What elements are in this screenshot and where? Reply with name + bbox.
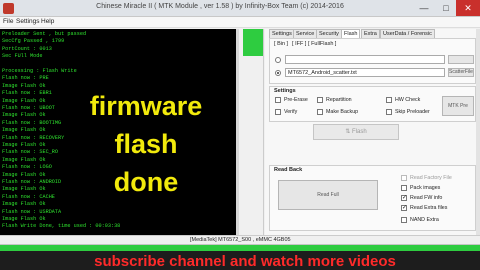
title-bar: Chinese Miracle II ( MTK Module , ver 1.… bbox=[0, 0, 480, 17]
vertical-scrollbar[interactable] bbox=[476, 29, 480, 235]
menu-bar: File Settings Help bbox=[0, 17, 480, 28]
log-line: Flash now : BOOTIMG bbox=[2, 119, 62, 126]
skip-preloader-checkbox[interactable] bbox=[386, 109, 392, 115]
readback-group-title: Read Back bbox=[274, 167, 303, 173]
log-line: Flash now : USRDATA bbox=[2, 208, 62, 215]
read-factory-file-label: Read Factory File bbox=[410, 175, 452, 181]
read-factory-file-checkbox[interactable] bbox=[401, 175, 407, 181]
log-line: Flash now : LOGO bbox=[2, 164, 52, 171]
repartition-checkbox[interactable] bbox=[317, 97, 323, 103]
pack-images-checkbox[interactable] bbox=[401, 185, 407, 191]
repartition-label: Repartition bbox=[326, 97, 352, 103]
settings-group-title: Settings bbox=[274, 88, 296, 94]
log-line: Flash now : UBOOT bbox=[2, 105, 55, 111]
read-extra-files-checkbox[interactable] bbox=[401, 204, 407, 211]
log-line: PortCount : 0013 bbox=[2, 45, 52, 52]
vertical-tab-active[interactable] bbox=[243, 29, 263, 56]
log-line: Preloader Sent , but passed bbox=[2, 31, 87, 37]
log-line: Sec FUll Mode bbox=[2, 53, 43, 60]
pre-erase-label: Pre-Erase bbox=[284, 97, 308, 103]
tab-extra[interactable]: Extra bbox=[361, 29, 380, 38]
app-window: Chinese Miracle II ( MTK Module , ver 1.… bbox=[0, 0, 480, 270]
log-line: Flash now : SEC_RO bbox=[2, 149, 59, 156]
maximize-button[interactable]: □ bbox=[436, 0, 456, 16]
overlay-firmware-text: firmware bbox=[89, 91, 203, 121]
log-line: Image Flash Ok bbox=[2, 156, 46, 163]
read-full-button[interactable]: Read Full bbox=[278, 180, 378, 210]
tab-security[interactable]: Security bbox=[316, 29, 342, 38]
readback-group: Read Back Read Full Read Factory File Pa… bbox=[269, 165, 476, 231]
make-backup-checkbox[interactable] bbox=[317, 109, 323, 115]
tab-userdata-forensic[interactable]: UserData / Forensic bbox=[380, 29, 435, 38]
log-line: Image Flash Ok bbox=[2, 142, 46, 148]
settings-group: Settings Pre-Erase Repartition HW Check … bbox=[269, 86, 476, 122]
scatter-file-button[interactable]: ScatterFile bbox=[448, 68, 474, 77]
flash-panel: Settings Service Security Flash Extra Us… bbox=[265, 29, 480, 235]
log-line: Flash now : ANDROID bbox=[2, 179, 62, 185]
flash-button[interactable]: ⇅ Flash bbox=[313, 124, 399, 140]
menu-settings[interactable]: Settings bbox=[16, 18, 40, 25]
pack-images-label: Pack images bbox=[410, 185, 441, 191]
pre-erase-checkbox[interactable] bbox=[275, 97, 281, 103]
tab-settings[interactable]: Settings bbox=[269, 29, 295, 38]
read-fw-info-checkbox[interactable] bbox=[401, 194, 407, 201]
subtab-bin[interactable]: [ Bin ] bbox=[274, 41, 288, 47]
bin-group: [ Bin ] [ IFF ] [ FullFlash ] MT6572_And… bbox=[269, 38, 476, 84]
device-status-text: [MediaTek] MT6572_S00 , eMMC 4GB05 bbox=[190, 237, 291, 243]
menu-help[interactable]: Help bbox=[41, 18, 54, 25]
log-line: Image Flash Ok bbox=[2, 97, 46, 104]
log-line: Processing : Flash Write bbox=[2, 68, 77, 74]
hw-check-checkbox[interactable] bbox=[386, 97, 392, 103]
menu-file[interactable]: File bbox=[3, 18, 13, 25]
hw-check-label: HW Check bbox=[395, 97, 421, 103]
bin-radio[interactable] bbox=[275, 57, 281, 63]
log-line: Flash now : CACHE bbox=[2, 193, 55, 200]
bin-file-field[interactable] bbox=[285, 55, 445, 64]
read-fw-info-label: Read FW info bbox=[410, 195, 443, 201]
subtab-iff[interactable]: [ IFF ] bbox=[292, 41, 306, 47]
tab-flash[interactable]: Flash bbox=[341, 29, 361, 38]
minimize-button[interactable]: — bbox=[414, 0, 434, 16]
close-button[interactable]: ✕ bbox=[456, 0, 480, 16]
status-bar: [MediaTek] MT6572_S00 , eMMC 4GB05 bbox=[0, 235, 480, 244]
skip-preloader-label: Skip Preloader bbox=[395, 109, 430, 115]
log-line: Flash now : PRE bbox=[2, 75, 49, 82]
bin-browse-button[interactable] bbox=[448, 55, 474, 64]
mtk-pre-button[interactable]: MTK Pre bbox=[442, 96, 474, 116]
log-line: Flash now : EBR1 bbox=[2, 90, 52, 97]
verify-label: Verify bbox=[284, 109, 298, 115]
log-line: Flash Write Done, time used : 00:03:38 bbox=[2, 223, 121, 230]
overlay-done-text: done bbox=[113, 167, 179, 197]
log-line: Image Flash Ok bbox=[2, 82, 46, 89]
log-line: Image Flash Ok bbox=[2, 171, 46, 178]
log-line: Image Flash Ok bbox=[2, 216, 46, 222]
tab-service[interactable]: Service bbox=[293, 29, 318, 38]
verify-checkbox[interactable] bbox=[275, 109, 281, 115]
subtab-fullflash[interactable]: [ FullFlash ] bbox=[308, 41, 336, 47]
subscribe-banner-text: subscribe channel and watch more videos bbox=[94, 253, 396, 270]
overlay-flash-text: flash bbox=[114, 129, 178, 159]
window-title: Chinese Miracle II ( MTK Module , ver 1.… bbox=[96, 3, 344, 10]
vertical-tab-strip bbox=[239, 29, 264, 235]
app-logo-icon bbox=[3, 3, 14, 14]
scatter-radio[interactable] bbox=[275, 70, 281, 76]
log-line: Image Flash Ok bbox=[2, 127, 46, 134]
log-console: Flash Write Done, time used : 00:03:38 Im… bbox=[0, 29, 236, 235]
make-backup-label: Make Backup bbox=[326, 109, 359, 115]
flash-icon: ⇅ bbox=[345, 129, 353, 135]
read-extra-files-label: Read Extra files bbox=[410, 205, 448, 211]
flash-button-label: Flash bbox=[352, 129, 367, 135]
log-line: Flash now : RECOVERY bbox=[2, 134, 65, 141]
nand-extra-label: NAND Extra bbox=[410, 217, 439, 223]
log-line: SecCfg Passed , 1799 bbox=[2, 38, 65, 45]
scatter-file-field[interactable]: MT6572_Android_scatter.txt bbox=[285, 68, 445, 77]
log-line: Image Flash Ok bbox=[2, 201, 46, 208]
log-line: Image Flash Ok bbox=[2, 186, 46, 193]
progress-bar bbox=[0, 244, 480, 251]
log-line: Image Flash Ok bbox=[2, 112, 46, 119]
nand-extra-checkbox[interactable] bbox=[401, 217, 407, 223]
